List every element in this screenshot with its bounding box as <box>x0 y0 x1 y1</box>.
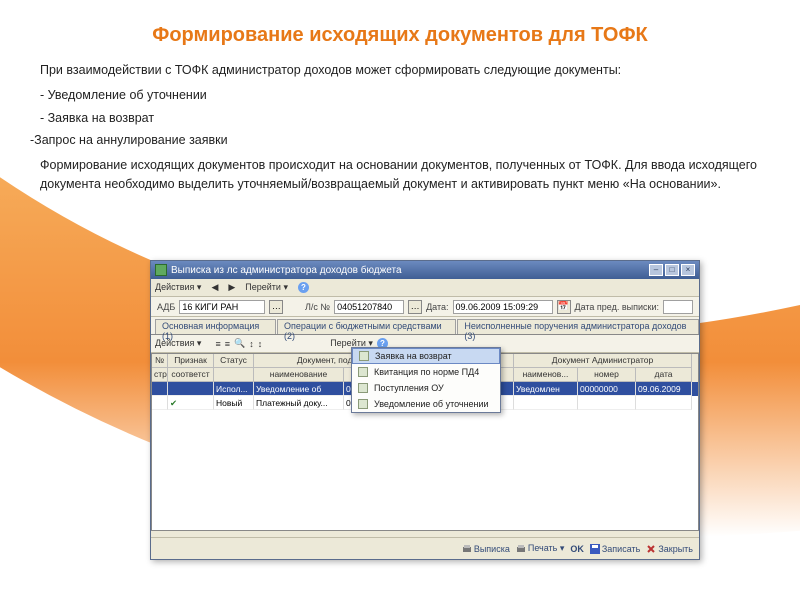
form-row: АДБ 16 КИГИ РАН … Л/с № 04051207840 … Да… <box>151 297 699 317</box>
menu-help[interactable]: ? <box>298 282 309 293</box>
sub-tool-3[interactable]: 🔍 <box>234 338 245 349</box>
col-status[interactable]: Статус <box>214 354 254 368</box>
col-doc-admin[interactable]: Документ Администратор <box>514 354 692 368</box>
help-icon: ? <box>298 282 309 293</box>
doc-icon <box>358 367 368 377</box>
date-field[interactable]: 09.06.2009 15:09:29 <box>453 300 553 314</box>
app-window: Выписка из лс администратора доходов бюд… <box>150 260 700 560</box>
tabstrip: Основная информация (1) Операции с бюдже… <box>151 317 699 335</box>
adb-lookup-button[interactable]: … <box>269 300 283 314</box>
adb-field[interactable]: 16 КИГИ РАН <box>179 300 265 314</box>
tab-budget-ops[interactable]: Операции с бюджетными средствами (2) <box>277 319 456 334</box>
sub-tool-4[interactable]: ↕ <box>249 339 254 349</box>
minimize-button[interactable]: – <box>649 264 663 276</box>
close-button[interactable]: × <box>681 264 695 276</box>
tab-unfulfilled[interactable]: Неисполненные поручения администратора д… <box>457 319 699 334</box>
col-num[interactable]: № <box>152 354 168 368</box>
window-icon <box>155 264 167 276</box>
footer-vypiska[interactable]: Выписка <box>462 544 510 554</box>
lsn-lookup-button[interactable]: … <box>408 300 422 314</box>
context-menu: Заявка на возврат Квитанция по норме ПД4… <box>351 347 501 413</box>
print-icon <box>516 544 526 554</box>
date-picker-button[interactable]: 📅 <box>557 300 571 314</box>
sub-actions[interactable]: Действия ▾ <box>155 338 201 349</box>
lsn-field[interactable]: 04051207840 <box>334 300 404 314</box>
menubar: Действия ▾ ◀ ▶ Перейти ▾ ? <box>151 279 699 297</box>
footer-print[interactable]: Печать ▾ <box>516 543 565 554</box>
date-label: Дата: <box>426 302 448 312</box>
adb-label: АДБ <box>157 302 175 312</box>
window-footer: Выписка Печать ▾ OK Записать Закрыть <box>151 537 699 559</box>
col-admin-name[interactable]: наименов... <box>514 368 578 382</box>
col-admin-date[interactable]: дата <box>636 368 692 382</box>
lsn-label: Л/с № <box>305 302 330 312</box>
doc-icon <box>359 351 369 361</box>
maximize-button[interactable]: □ <box>665 264 679 276</box>
prev-date-field[interactable] <box>663 300 693 314</box>
close-icon <box>646 544 656 554</box>
description-text: Формирование исходящих документов происх… <box>40 156 760 194</box>
window-title: Выписка из лс администратора доходов бюд… <box>171 265 647 276</box>
bullet-3: -Запрос на аннулирование заявки <box>30 131 760 150</box>
ctx-item-return[interactable]: Заявка на возврат <box>352 348 500 364</box>
col-dp-name[interactable]: наименование <box>254 368 344 382</box>
menu-goto[interactable]: Перейти ▾ <box>245 282 288 293</box>
ctx-item-clarify[interactable]: Уведомление об уточнении <box>352 396 500 412</box>
page-title: Формирование исходящих документов для ТО… <box>40 24 760 47</box>
doc-icon <box>358 399 368 409</box>
col-prizn[interactable]: Признак <box>168 354 214 368</box>
sub-tool-2[interactable]: ≡ <box>225 339 230 349</box>
menu-nav-right[interactable]: ▶ <box>228 282 235 293</box>
window-titlebar: Выписка из лс администратора доходов бюд… <box>151 261 699 279</box>
print-icon <box>462 544 472 554</box>
bullet-1: - Уведомление об уточнении <box>40 86 760 105</box>
footer-close[interactable]: Закрыть <box>646 544 693 554</box>
footer-ok[interactable]: OK <box>570 544 584 554</box>
ctx-item-receipt[interactable]: Квитанция по норме ПД4 <box>352 364 500 380</box>
footer-save[interactable]: Записать <box>590 544 640 554</box>
col-admin-num[interactable]: номер <box>578 368 636 382</box>
prev-date-label: Дата пред. выписки: <box>575 302 660 312</box>
bullet-2: - Заявка на возврат <box>40 109 760 128</box>
menu-nav-left[interactable]: ◀ <box>211 282 218 293</box>
ctx-item-income[interactable]: Поступления ОУ <box>352 380 500 396</box>
col-status-sub[interactable] <box>214 368 254 382</box>
sub-tool-1[interactable]: ≡ <box>215 339 220 349</box>
sub-tool-5[interactable]: ↕ <box>258 339 263 349</box>
col-num-sub[interactable]: стро <box>152 368 168 382</box>
save-icon <box>590 544 600 554</box>
doc-icon <box>358 383 368 393</box>
col-prizn-sub[interactable]: соответст <box>168 368 214 382</box>
menu-actions[interactable]: Действия ▾ <box>155 282 201 293</box>
intro-text: При взаимодействии с ТОФК администратор … <box>40 61 760 80</box>
tab-main-info[interactable]: Основная информация (1) <box>155 319 276 334</box>
